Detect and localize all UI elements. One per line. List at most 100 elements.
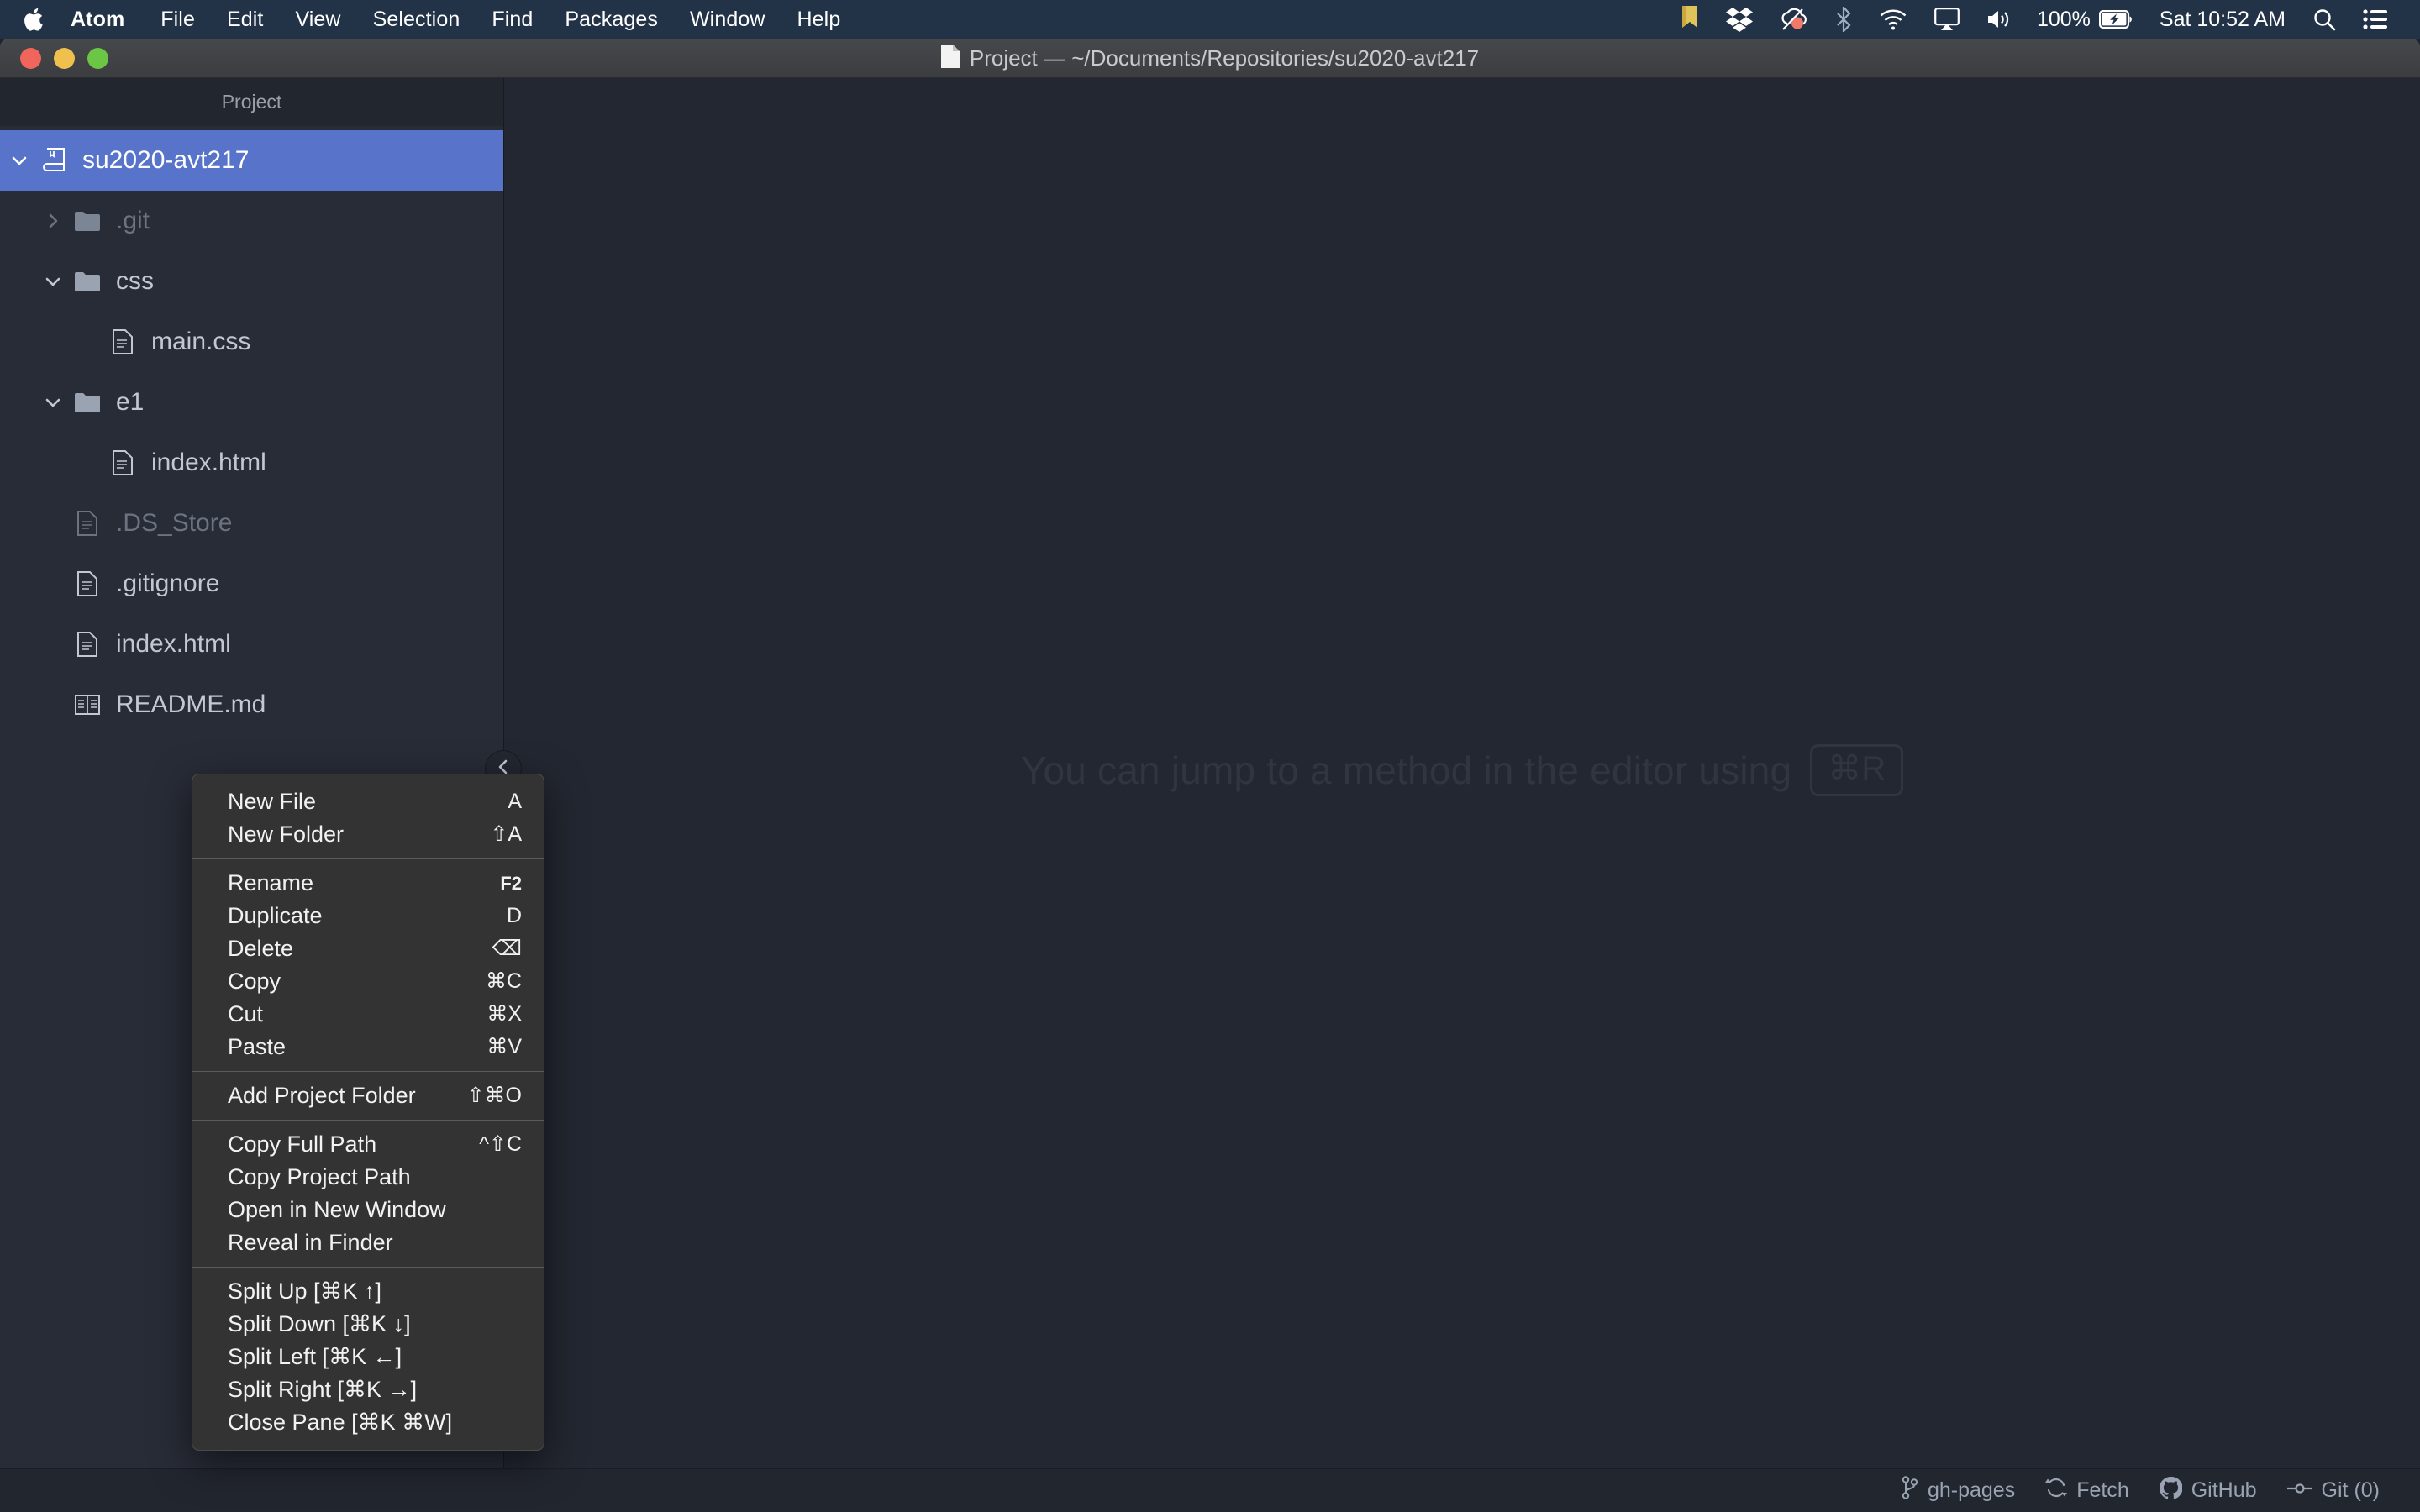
chevron-right-icon[interactable] (40, 212, 66, 230)
context-menu-item-rename[interactable]: Rename F2 (192, 867, 544, 900)
context-menu-group-paths: Copy Full Path ^⇧C Copy Project Path Ope… (192, 1125, 544, 1263)
volume-icon[interactable] (1973, 0, 2023, 39)
folder-icon (71, 211, 104, 231)
context-menu-item-label: New File (228, 789, 317, 814)
tree-item-index-html[interactable]: index.html (0, 614, 503, 675)
tree-item-label: index.html (151, 449, 266, 476)
folder-icon (71, 271, 104, 291)
context-menu-item-label: Open in New Window (228, 1197, 446, 1222)
context-menu-item-close-pane[interactable]: Close Pane [⌘K ⌘W] (192, 1406, 544, 1439)
cloud-app-icon[interactable] (1766, 0, 1822, 39)
context-menu-item-shortcut: ⌘V (487, 1035, 522, 1058)
context-menu-item-cut[interactable]: Cut ⌘X (192, 998, 544, 1031)
tree-item-label: css (116, 267, 154, 295)
menu-file[interactable]: File (145, 0, 211, 39)
context-menu-item-shortcut: D (506, 904, 522, 927)
tree-item-ds-store[interactable]: .DS_Store (0, 493, 503, 554)
window-title-area: Project — ~/Documents/Repositories/su202… (0, 39, 2420, 77)
context-menu-item-label: Copy Full Path (228, 1131, 377, 1157)
context-menu-item-label: Close Pane [⌘K ⌘W] (228, 1410, 453, 1435)
chevron-down-icon[interactable] (40, 272, 66, 291)
menu-bar-status-items: 100% Sat 10:52 AM (1667, 0, 2420, 39)
context-menu-item-split-left[interactable]: Split Left [⌘K ←] (192, 1341, 544, 1373)
menu-view[interactable]: View (279, 0, 356, 39)
menu-help[interactable]: Help (781, 0, 857, 39)
folder-icon (71, 392, 104, 412)
context-menu-item-shortcut: A (508, 790, 522, 813)
context-menu-item-label: Copy (228, 969, 281, 994)
context-menu-item-shortcut: ⌫ (492, 937, 522, 960)
bookmark-icon[interactable] (1667, 0, 1712, 39)
context-menu-item-copy-full-path[interactable]: Copy Full Path ^⇧C (192, 1128, 544, 1161)
context-menu-item-open-in-new-window[interactable]: Open in New Window (192, 1194, 544, 1226)
wifi-icon[interactable] (1865, 0, 1921, 39)
dropbox-icon[interactable] (1712, 0, 1766, 39)
status-github[interactable]: GitHub (2144, 1469, 2272, 1512)
tree-item-e1-index-html[interactable]: index.html (0, 433, 503, 493)
search-icon[interactable] (2299, 0, 2349, 39)
context-menu-item-split-right[interactable]: Split Right [⌘K →] (192, 1373, 544, 1406)
menu-atom[interactable]: Atom (66, 0, 145, 39)
context-menu-item-add-project-folder[interactable]: Add Project Folder ⇧⌘O (192, 1079, 544, 1112)
tree-item-gitignore[interactable]: .gitignore (0, 554, 503, 614)
airplay-icon[interactable] (1921, 0, 1973, 39)
chevron-down-icon[interactable] (40, 393, 66, 412)
tree-item-css[interactable]: css (0, 251, 503, 312)
menu-find[interactable]: Find (476, 0, 549, 39)
editor-pane[interactable]: You can jump to a method in the editor u… (504, 78, 2420, 1512)
context-menu-group-new: New File A New Folder ⇧A (192, 782, 544, 854)
context-menu-item-split-up[interactable]: Split Up [⌘K ↑] (192, 1275, 544, 1308)
status-fetch[interactable]: Fetch (2030, 1469, 2144, 1512)
zoom-button[interactable] (87, 47, 108, 69)
close-button[interactable] (20, 47, 41, 69)
menu-bar-items: Atom File Edit View Selection Find Packa… (0, 0, 856, 39)
tree-item-e1[interactable]: e1 (0, 372, 503, 433)
file-icon (106, 450, 139, 475)
tree-item-label: .git (116, 207, 150, 234)
context-menu-item-copy-project-path[interactable]: Copy Project Path (192, 1161, 544, 1194)
chevron-down-icon[interactable] (7, 151, 32, 170)
context-menu-item-copy[interactable]: Copy ⌘C (192, 965, 544, 998)
battery-status[interactable]: 100% (2023, 0, 2146, 39)
context-menu-item-split-down[interactable]: Split Down [⌘K ↓] (192, 1308, 544, 1341)
status-branch[interactable]: gh-pages (1886, 1469, 2030, 1512)
minimize-button[interactable] (54, 47, 75, 69)
bluetooth-icon[interactable] (1822, 0, 1865, 39)
apple-logo-icon[interactable] (0, 0, 66, 39)
context-menu-item-shortcut: ⇧⌘O (466, 1084, 522, 1107)
tree-item-label: su2020-avt217 (82, 146, 250, 174)
context-menu-item-label: Add Project Folder (228, 1083, 416, 1108)
context-menu-group-edit: Rename F2 Duplicate D Delete ⌫ Copy ⌘C C… (192, 864, 544, 1067)
context-menu-item-label: Cut (228, 1001, 264, 1026)
status-git[interactable]: Git (0) (2272, 1469, 2395, 1512)
menu-window[interactable]: Window (674, 0, 781, 39)
tree-item-su2020-avt217[interactable]: su2020-avt217 (0, 130, 503, 191)
github-mark-icon (2159, 1476, 2183, 1505)
context-menu-item-label: New Folder (228, 822, 345, 847)
file-icon (71, 632, 104, 657)
context-menu-item-duplicate[interactable]: Duplicate D (192, 900, 544, 932)
context-menu-separator (192, 1267, 544, 1268)
context-menu-item-paste[interactable]: Paste ⌘V (192, 1031, 544, 1063)
control-center-icon[interactable] (2349, 0, 2402, 39)
context-menu-item-reveal-in-finder[interactable]: Reveal in Finder (192, 1226, 544, 1259)
menu-selection[interactable]: Selection (357, 0, 476, 39)
menu-bar-clock[interactable]: Sat 10:52 AM (2146, 0, 2299, 39)
tree-item-label: index.html (116, 630, 231, 658)
tree-item-main-css[interactable]: main.css (0, 312, 503, 372)
file-icon (71, 571, 104, 596)
tree-item-readme-md[interactable]: README.md (0, 675, 503, 735)
menu-edit[interactable]: Edit (211, 0, 279, 39)
editor-hint-shortcut: ⌘R (1810, 743, 1904, 796)
context-menu-separator (192, 1071, 544, 1072)
context-menu-item-new-folder[interactable]: New Folder ⇧A (192, 818, 544, 851)
tree-item-git[interactable]: .git (0, 191, 503, 251)
context-menu-item-new-file[interactable]: New File A (192, 785, 544, 818)
menu-packages[interactable]: Packages (549, 0, 674, 39)
context-menu-item-shortcut: ⌘C (485, 969, 522, 993)
context-menu-item-shortcut: ⌘X (487, 1002, 522, 1026)
git-commit-icon (2286, 1478, 2312, 1503)
context-menu-item-delete[interactable]: Delete ⌫ (192, 932, 544, 965)
status-bar: gh-pages Fetch GitHub Git (0) (0, 1468, 2420, 1512)
tree-item-label: .DS_Store (116, 509, 233, 537)
